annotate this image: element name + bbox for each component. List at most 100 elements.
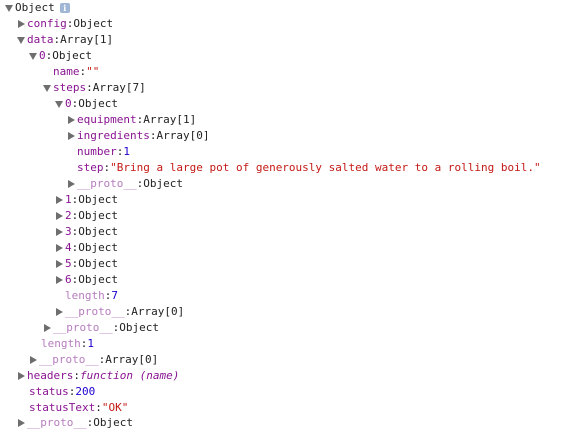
node-key: config [27, 17, 67, 30]
collapse-arrow-icon[interactable] [27, 352, 39, 368]
collapse-arrow-icon[interactable] [15, 368, 27, 384]
key-separator: : [80, 337, 88, 350]
node-value: Object [78, 97, 118, 110]
tree-node-root-proto[interactable]: __proto__: Object [15, 415, 133, 431]
tree-node-config[interactable]: config: Object [15, 16, 113, 32]
key-separator: : [71, 97, 79, 110]
expand-arrow-icon[interactable] [27, 48, 39, 64]
node-key: steps [53, 81, 87, 94]
node-value: "" [86, 65, 100, 78]
node-key: 0 [65, 97, 72, 110]
collapse-arrow-icon[interactable] [53, 304, 65, 320]
info-icon[interactable]: i [59, 3, 70, 13]
key-separator: : [66, 17, 74, 30]
node-key: __proto__ [39, 353, 99, 366]
node-value: Object [52, 49, 92, 62]
tree-node-data-length: length: 1 [41, 336, 94, 352]
node-value: 200 [75, 385, 96, 398]
node-key: number [77, 145, 117, 158]
tree-node-steps-proto[interactable]: __proto__: Array[0] [53, 304, 184, 320]
collapse-arrow-icon[interactable] [65, 128, 77, 144]
tree-node-steps-5[interactable]: 5: Object [53, 256, 118, 272]
tree-node-steps[interactable]: steps: Array[7] [41, 80, 146, 96]
node-key: length [65, 289, 105, 302]
node-value: Array[0] [131, 305, 185, 318]
tree-node-headers[interactable]: headers: function (name) [15, 368, 179, 384]
key-separator: : [53, 33, 61, 46]
expand-arrow-icon[interactable] [53, 96, 65, 112]
key-separator: : [98, 353, 106, 366]
node-value: Array[0] [105, 353, 159, 366]
key-separator: : [45, 49, 53, 62]
tree-node-root[interactable]: Object i [3, 0, 70, 16]
tree-node-data-proto[interactable]: __proto__: Array[0] [27, 352, 158, 368]
tree-node-name: name: "" [53, 64, 99, 80]
collapse-arrow-icon[interactable] [65, 176, 77, 192]
node-key: statusText [29, 401, 96, 414]
tree-node-steps-3[interactable]: 3: Object [53, 224, 118, 240]
node-value: (name) [139, 369, 180, 382]
node-key: 0 [39, 49, 46, 62]
node-key: __proto__ [53, 321, 113, 334]
collapse-arrow-icon[interactable] [15, 16, 27, 32]
node-value: Object [78, 225, 118, 238]
key-separator: : [71, 273, 79, 286]
node-key: name [53, 65, 80, 78]
expand-arrow-icon[interactable] [3, 0, 15, 16]
tree-node-steps-length: length: 7 [65, 288, 118, 304]
node-value: Object [78, 273, 118, 286]
expand-arrow-icon[interactable] [15, 32, 27, 48]
tree-node-status: status: 200 [29, 384, 95, 400]
node-value: "OK" [101, 401, 129, 414]
key-separator: : [103, 161, 111, 174]
node-key: __proto__ [27, 416, 87, 429]
key-separator: : [71, 257, 79, 270]
node-key: 6 [65, 273, 72, 286]
node-value: Array[0] [156, 129, 210, 142]
key-separator: : [86, 81, 93, 94]
tree-node-data[interactable]: data: Array[1] [15, 32, 113, 48]
collapse-arrow-icon[interactable] [53, 192, 65, 208]
key-separator: : [79, 65, 87, 78]
collapse-arrow-icon[interactable] [53, 208, 65, 224]
collapse-arrow-icon[interactable] [65, 112, 77, 128]
node-key: 1 [65, 193, 72, 206]
tree-node-steps-6[interactable]: 6: Object [53, 272, 118, 288]
key-separator: : [71, 241, 79, 254]
node-key: status [29, 385, 69, 398]
node-value: 1 [87, 337, 94, 350]
collapse-arrow-icon[interactable] [41, 320, 53, 336]
tree-node-data-0[interactable]: 0: Object [27, 48, 92, 64]
tree-node-proto[interactable]: __proto__: Object [65, 176, 183, 192]
tree-node-equipment[interactable]: equipment: Array[1] [65, 112, 196, 128]
tree-node-steps-1[interactable]: 1: Object [53, 192, 118, 208]
collapse-arrow-icon[interactable] [53, 272, 65, 288]
collapse-arrow-icon[interactable] [53, 224, 65, 240]
node-key: headers [27, 369, 74, 382]
tree-node-ingredients[interactable]: ingredients: Array[0] [65, 128, 209, 144]
node-value: Object [73, 17, 114, 30]
expand-arrow-icon[interactable] [41, 80, 53, 96]
collapse-arrow-icon[interactable] [53, 240, 65, 256]
node-value: Object [78, 209, 118, 222]
node-value: Object [143, 177, 183, 190]
node-value: 7 [111, 289, 118, 302]
key-separator: : [136, 177, 144, 190]
node-key: 2 [65, 209, 72, 222]
key-separator: : [68, 385, 76, 398]
tree-node-data-0-proto[interactable]: __proto__: Object [41, 320, 159, 336]
tree-node-statustext: statusText: "OK" [29, 400, 128, 416]
tree-node-steps-2[interactable]: 2: Object [53, 208, 118, 224]
tree-node-steps-4[interactable]: 4: Object [53, 240, 118, 256]
key-separator: : [73, 369, 80, 382]
node-value: Array[1] [143, 113, 197, 126]
key-separator: : [136, 113, 144, 126]
collapse-arrow-icon[interactable] [15, 415, 27, 431]
tree-node-steps-0[interactable]: 0: Object [53, 96, 118, 112]
tree-node-step: step: "Bring a large pot of generously s… [77, 160, 541, 176]
node-value: Object [93, 416, 133, 429]
node-key: __proto__ [77, 177, 137, 190]
tree-node-number: number: 1 [77, 144, 130, 160]
collapse-arrow-icon[interactable] [53, 256, 65, 272]
node-key: step [77, 161, 104, 174]
